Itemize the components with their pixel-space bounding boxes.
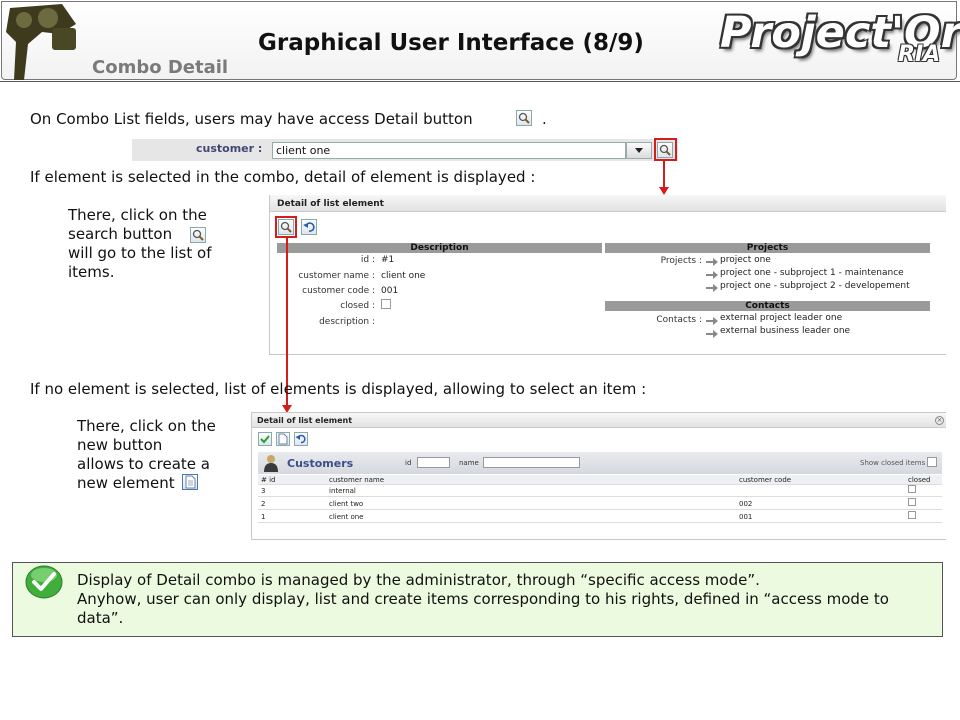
info-text: Display of Detail combo is managed by th… bbox=[77, 571, 937, 628]
list-panel-titlebar bbox=[252, 413, 946, 428]
goto-arrow-icon bbox=[706, 271, 718, 279]
field-label-description: description : bbox=[319, 317, 375, 327]
row-id[interactable]: 2 bbox=[261, 500, 265, 508]
note-new-line-4: new element bbox=[77, 474, 175, 492]
field-value-customer-name: client one bbox=[381, 271, 426, 281]
contacts-section-header: Contacts bbox=[605, 301, 930, 311]
row-divider bbox=[258, 522, 942, 523]
goto-arrow-icon bbox=[706, 284, 718, 292]
intro-text-3: If no element is selected, list of eleme… bbox=[30, 380, 647, 398]
note-search-line-1: There, click on the bbox=[68, 206, 207, 224]
list-filter-bar bbox=[258, 452, 942, 474]
customers-icon bbox=[263, 454, 279, 472]
list-panel-title: Detail of list element bbox=[257, 416, 353, 425]
row-code[interactable]: 002 bbox=[739, 500, 752, 508]
row-name[interactable]: client one bbox=[329, 513, 363, 521]
show-closed-checkbox[interactable] bbox=[927, 457, 937, 467]
note-search-line-3: will go to the list of bbox=[68, 244, 212, 262]
row-code[interactable]: 001 bbox=[739, 513, 752, 521]
note-new-line-2: new button bbox=[77, 436, 163, 454]
field-value-customer-code: 001 bbox=[381, 286, 399, 296]
project-link-3[interactable]: project one - subproject 2 - developemen… bbox=[720, 281, 910, 291]
closed-checkbox bbox=[381, 299, 391, 309]
id-filter-label: id bbox=[405, 459, 412, 467]
goto-arrow-icon bbox=[706, 258, 718, 266]
select-button[interactable] bbox=[258, 432, 272, 446]
projects-label: Projects : bbox=[660, 256, 702, 266]
detail-search-icon bbox=[516, 110, 532, 126]
search-icon bbox=[190, 227, 206, 243]
info-line-2: Anyhow, user can only display, list and … bbox=[77, 590, 889, 627]
row-name[interactable]: client two bbox=[329, 500, 363, 508]
row-divider bbox=[258, 484, 942, 485]
field-label-customer-code: customer code : bbox=[302, 286, 375, 296]
combo-dropdown-button[interactable] bbox=[626, 142, 652, 159]
intro-text-1: On Combo List fields, users may have acc… bbox=[30, 110, 473, 128]
checkmark-icon bbox=[24, 564, 64, 600]
undo-button-list[interactable] bbox=[294, 432, 308, 446]
column-header-code[interactable]: customer code bbox=[739, 476, 791, 484]
intro-text-2: If element is selected in the combo, det… bbox=[30, 168, 536, 186]
column-header-closed[interactable]: closed bbox=[908, 476, 930, 484]
note-new-line-3: allows to create a bbox=[77, 455, 210, 473]
row-divider bbox=[258, 509, 942, 510]
description-section-header: Description bbox=[277, 243, 602, 253]
note-new-line-1: There, click on the bbox=[77, 417, 216, 435]
new-button[interactable] bbox=[276, 432, 290, 446]
intro-text-1-end: . bbox=[542, 110, 547, 128]
note-search-line-4: items. bbox=[68, 263, 115, 281]
column-header-name[interactable]: customer name bbox=[329, 476, 384, 484]
projector-logo-icon bbox=[2, 2, 82, 80]
name-filter-input[interactable] bbox=[483, 457, 580, 468]
field-label-closed: closed : bbox=[340, 301, 375, 311]
row-closed-checkbox bbox=[908, 511, 916, 519]
page-subtitle: Combo Detail bbox=[92, 57, 229, 78]
row-divider bbox=[258, 496, 942, 497]
new-document-icon bbox=[182, 474, 198, 490]
project-link-1[interactable]: project one bbox=[720, 255, 771, 265]
row-name[interactable]: internal bbox=[329, 487, 356, 495]
row-closed-checkbox bbox=[908, 485, 916, 493]
field-value-id: #1 bbox=[381, 255, 395, 265]
page-title: Graphical User Interface (8/9) bbox=[258, 30, 644, 56]
name-filter-label: name bbox=[459, 459, 479, 467]
goto-arrow-icon bbox=[706, 317, 718, 325]
customer-combo-input[interactable]: client one bbox=[272, 142, 626, 159]
project-link-2[interactable]: project one - subproject 1 - maintenance bbox=[720, 268, 904, 278]
row-id[interactable]: 3 bbox=[261, 487, 265, 495]
id-filter-input[interactable] bbox=[417, 457, 450, 468]
field-label-id: id : bbox=[360, 255, 375, 265]
pointer-arrow-1 bbox=[659, 160, 669, 195]
combo-label: customer : bbox=[196, 142, 263, 155]
undo-button[interactable] bbox=[301, 219, 317, 235]
field-label-customer-name: customer name : bbox=[298, 271, 375, 281]
projects-section-header: Projects bbox=[605, 243, 930, 253]
row-id[interactable]: 1 bbox=[261, 513, 265, 521]
column-header-id[interactable]: # id bbox=[261, 476, 275, 484]
show-closed-label: Show closed items bbox=[860, 459, 926, 467]
goto-arrow-icon bbox=[706, 330, 718, 338]
note-search-line-2: search button bbox=[68, 225, 173, 243]
list-section-title: Customers bbox=[287, 457, 354, 470]
row-closed-checkbox bbox=[908, 498, 916, 506]
contact-link-1[interactable]: external project leader one bbox=[720, 313, 842, 323]
close-icon[interactable]: × bbox=[935, 416, 944, 425]
info-line-1: Display of Detail combo is managed by th… bbox=[77, 571, 760, 589]
combo-detail-button[interactable] bbox=[657, 142, 673, 158]
brand-logo-suffix: RIA bbox=[898, 42, 941, 67]
contact-link-2[interactable]: external business leader one bbox=[720, 326, 850, 336]
contacts-label: Contacts : bbox=[656, 315, 702, 325]
detail-panel-title: Detail of list element bbox=[277, 199, 384, 209]
detail-search-button[interactable] bbox=[278, 219, 294, 235]
